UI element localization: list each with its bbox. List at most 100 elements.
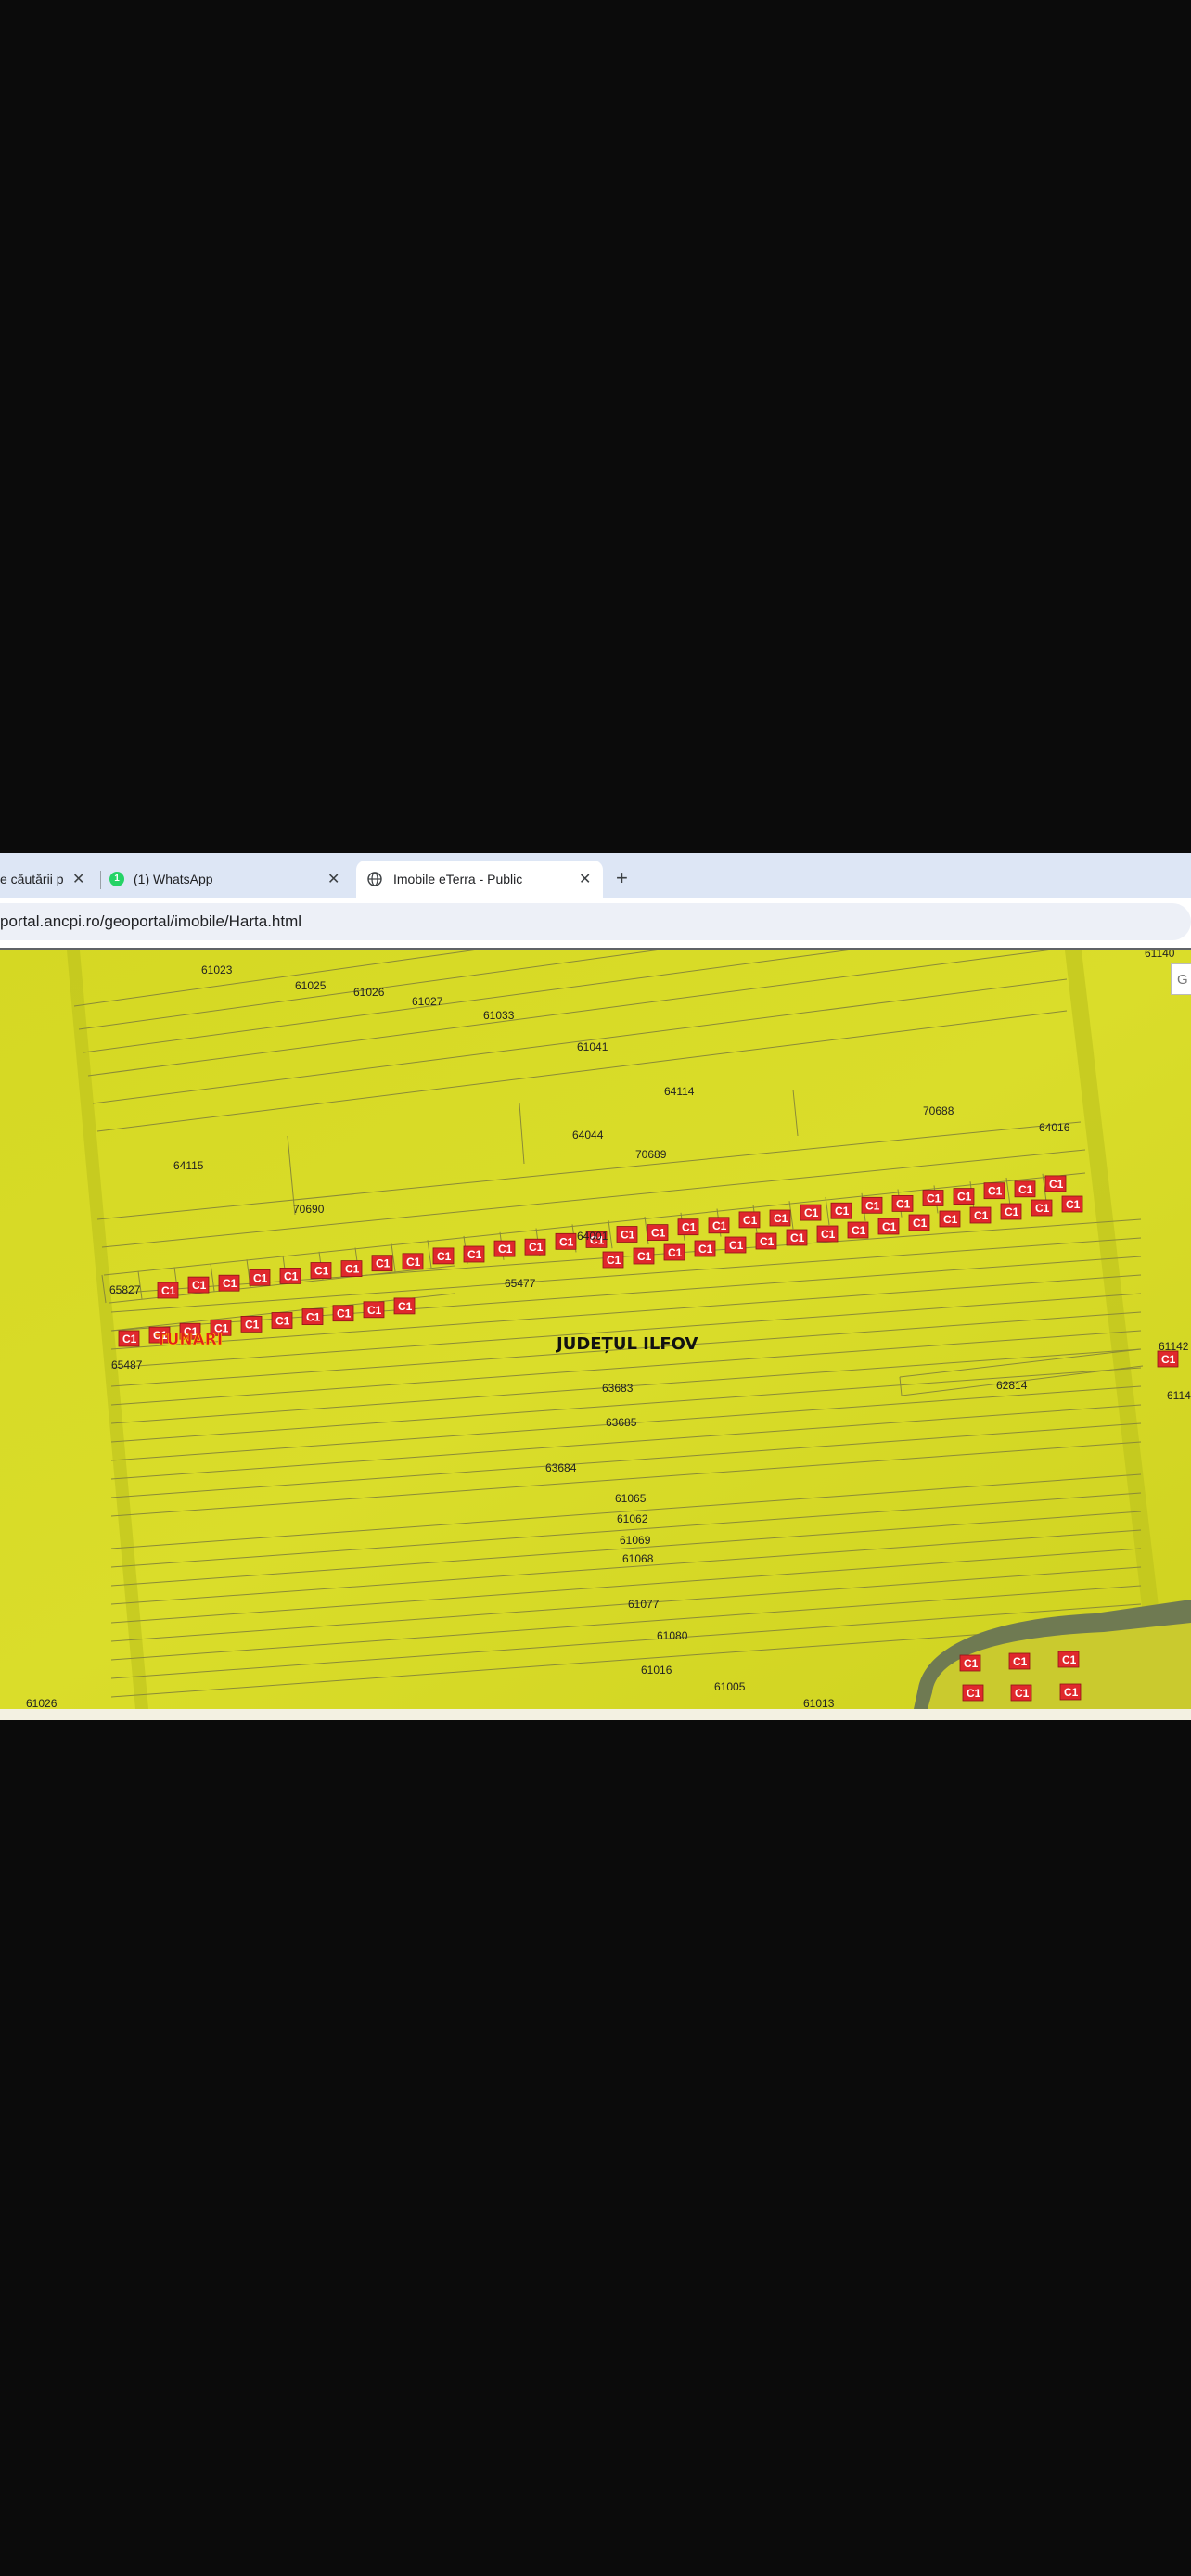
building-label: C1 xyxy=(835,1205,850,1218)
building-label: C1 xyxy=(245,1318,260,1331)
building-label: C1 xyxy=(668,1246,683,1259)
building-label: C1 xyxy=(804,1206,819,1219)
building-label: C1 xyxy=(306,1311,321,1324)
close-icon[interactable]: ✕ xyxy=(579,870,591,888)
parcel-label: 61033 xyxy=(483,1009,515,1022)
parcel-label: 61077 xyxy=(628,1598,660,1611)
building-label: C1 xyxy=(529,1241,544,1254)
parcel-label: 61041 xyxy=(577,1040,608,1053)
region-label: JUDEȚUL ILFOV xyxy=(555,1334,698,1354)
building-label: C1 xyxy=(398,1300,413,1313)
tab-title: e căutării p xyxy=(0,872,64,886)
parcel-label: 64016 xyxy=(1039,1121,1070,1134)
globe-icon xyxy=(367,872,382,886)
parcel-label: 61023 xyxy=(201,963,233,976)
building-label: C1 xyxy=(927,1192,941,1205)
parcel-label: 61080 xyxy=(657,1629,688,1642)
building-label: C1 xyxy=(161,1284,176,1297)
building-label: C1 xyxy=(275,1315,290,1328)
cadastral-map[interactable]: C1 C1 C1 C1 C1 C1 C1 C1 C1 C1 C1 C1 C1 C1 C1 C1 C1 C1 C1 C1… xyxy=(0,950,1191,1709)
building-label: C1 xyxy=(406,1256,421,1269)
building-label: C1 xyxy=(967,1687,981,1700)
parcel-label: 65487 xyxy=(111,1358,143,1371)
parcel-label: 61142 xyxy=(1159,1340,1189,1353)
notification-badge: 1 xyxy=(109,872,124,886)
building-label: C1 xyxy=(1015,1687,1030,1700)
parcel-label: 63683 xyxy=(602,1382,634,1395)
building-label: C1 xyxy=(896,1197,911,1210)
building-label: C1 xyxy=(913,1217,928,1230)
close-icon[interactable]: ✕ xyxy=(327,870,339,888)
tab-search[interactable]: e căutării p ✕ xyxy=(0,861,93,898)
building-label: C1 xyxy=(1013,1655,1028,1668)
building-label: C1 xyxy=(1035,1202,1050,1215)
building-label: C1 xyxy=(637,1250,652,1263)
parcel-label: 61068 xyxy=(622,1552,654,1565)
building-label: C1 xyxy=(1066,1198,1081,1211)
building-label: C1 xyxy=(774,1212,788,1225)
building-label: C1 xyxy=(651,1227,666,1240)
building-label: C1 xyxy=(1018,1183,1033,1196)
building-label: C1 xyxy=(122,1333,137,1345)
map-search-box[interactable]: G xyxy=(1171,963,1191,995)
building-label: C1 xyxy=(253,1271,268,1284)
building-label: C1 xyxy=(943,1213,958,1226)
building-label: C1 xyxy=(743,1214,758,1227)
tab-imobile-eterra[interactable]: Imobile eTerra - Public ✕ xyxy=(356,861,603,898)
parcel-label: 70690 xyxy=(293,1203,325,1216)
building-label: C1 xyxy=(284,1269,299,1282)
tab-strip: e căutării p ✕ 1 (1) WhatsApp ✕ Imobile … xyxy=(0,853,1191,898)
building-label: C1 xyxy=(223,1277,237,1290)
parcel-label: 64044 xyxy=(572,1129,604,1141)
building-label: C1 xyxy=(729,1239,744,1252)
parcel-label: 61065 xyxy=(615,1492,647,1505)
parcel-label: 61062 xyxy=(617,1512,648,1525)
parcel-label: 61069 xyxy=(620,1534,651,1547)
building-label: C1 xyxy=(852,1224,866,1237)
parcel-label: 64114 xyxy=(664,1085,695,1098)
parcel-label: 61027 xyxy=(412,995,443,1008)
tab-title: Imobile eTerra - Public xyxy=(393,872,523,886)
building-label: C1 xyxy=(865,1199,880,1212)
building-label: C1 xyxy=(988,1185,1003,1198)
building-label: C1 xyxy=(821,1228,836,1241)
address-bar: portal.ancpi.ro/geoportal/imobile/Harta.… xyxy=(0,898,1191,948)
building-label: C1 xyxy=(498,1243,513,1256)
building-label: C1 xyxy=(790,1231,805,1244)
parcel-label: 61005 xyxy=(714,1680,746,1693)
new-tab-button[interactable]: + xyxy=(616,866,628,890)
building-label: C1 xyxy=(559,1235,574,1248)
parcel-label: 61016 xyxy=(641,1664,672,1677)
building-label: C1 xyxy=(437,1250,452,1263)
building-label: C1 xyxy=(882,1220,897,1233)
parcel-label: 63684 xyxy=(545,1461,577,1474)
tab-whatsapp[interactable]: 1 (1) WhatsApp ✕ xyxy=(109,861,351,898)
building-label: C1 xyxy=(698,1243,713,1256)
building-label: C1 xyxy=(345,1263,360,1276)
building-label: C1 xyxy=(974,1209,989,1222)
building-label: C1 xyxy=(337,1307,352,1320)
parcel-label: 65827 xyxy=(109,1283,141,1296)
building-label: C1 xyxy=(1062,1653,1077,1666)
building-label: C1 xyxy=(607,1254,621,1267)
parcel-label: 6114 xyxy=(1167,1389,1191,1402)
parcel-label: 61013 xyxy=(803,1697,835,1709)
tab-separator xyxy=(100,871,101,889)
building-label: C1 xyxy=(682,1221,697,1234)
parcel-label: 64001 xyxy=(577,1230,608,1243)
building-label: C1 xyxy=(712,1219,727,1232)
browser-window: e căutării p ✕ 1 (1) WhatsApp ✕ Imobile … xyxy=(0,853,1191,1720)
parcel-label: 61026 xyxy=(26,1697,58,1709)
close-icon[interactable]: ✕ xyxy=(72,870,84,888)
building-label: C1 xyxy=(192,1279,207,1292)
building-label: C1 xyxy=(1161,1353,1176,1366)
parcel-label: 61025 xyxy=(295,979,327,992)
building-label: C1 xyxy=(467,1248,482,1261)
parcel-label: 61140 xyxy=(1145,950,1175,960)
parcel-label: 65477 xyxy=(505,1277,536,1290)
building-label: C1 xyxy=(367,1304,382,1317)
building-label: C1 xyxy=(964,1657,979,1670)
url-field[interactable]: portal.ancpi.ro/geoportal/imobile/Harta.… xyxy=(0,903,1191,940)
parcel-label: 63685 xyxy=(606,1416,637,1429)
tab-title: (1) WhatsApp xyxy=(134,872,213,886)
